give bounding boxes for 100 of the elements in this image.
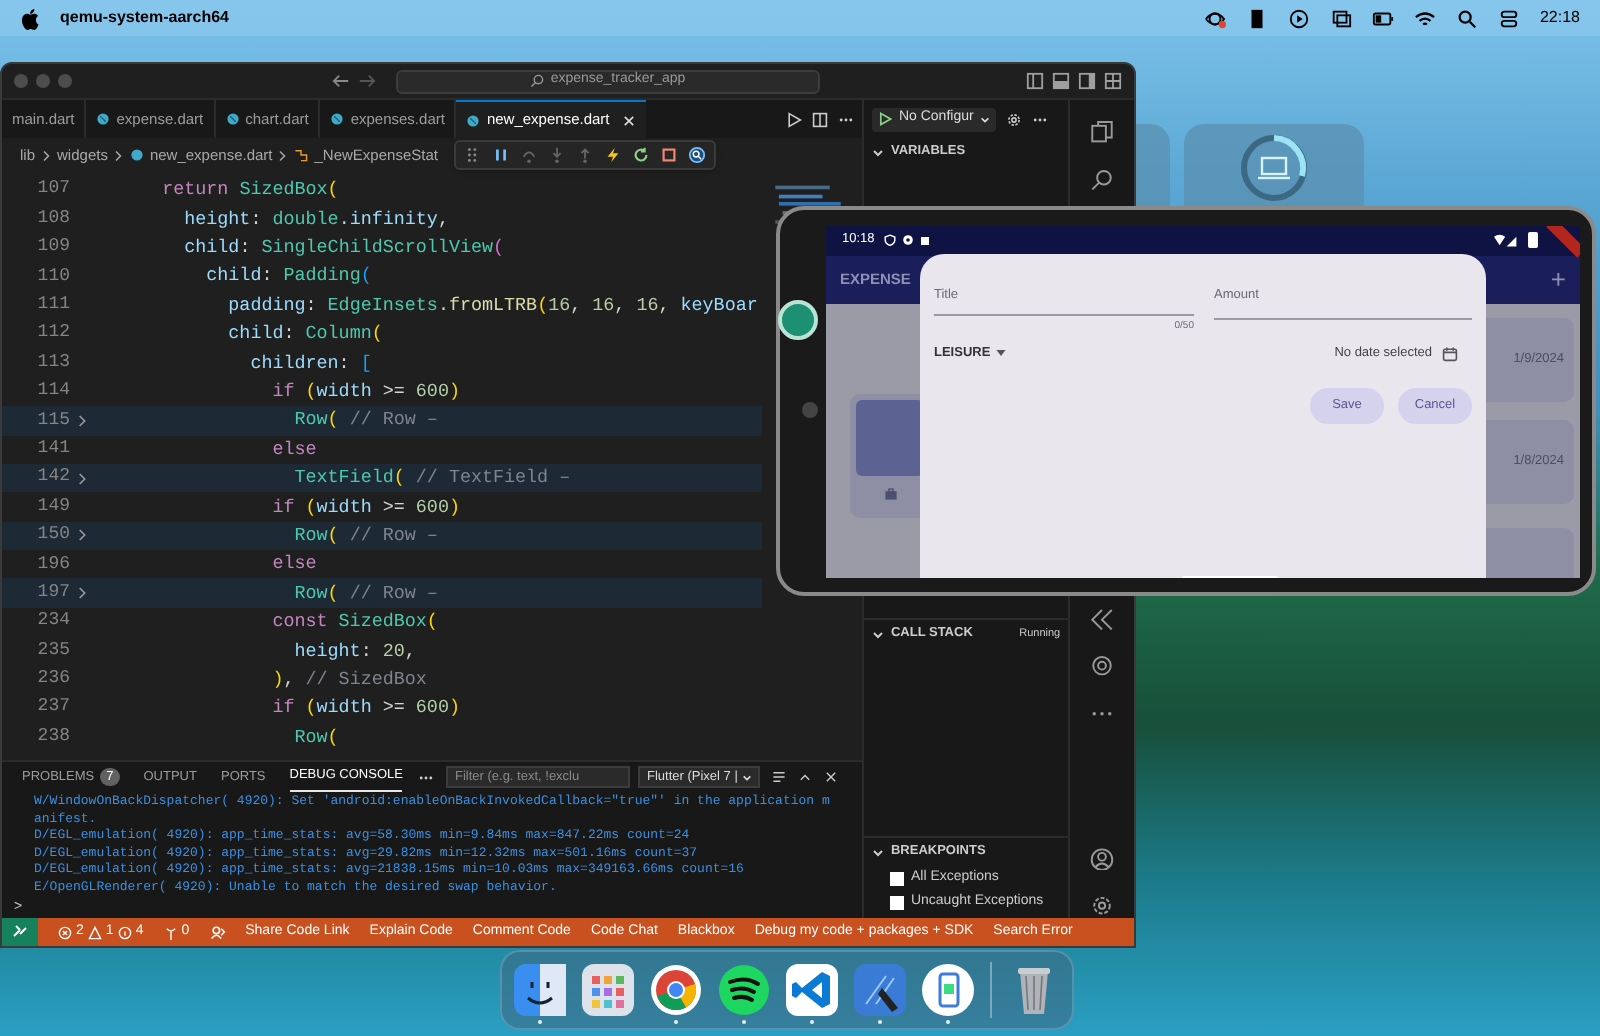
caret-down-icon [996,350,1007,357]
calendar-icon[interactable] [1442,345,1458,362]
double-chevron-icon[interactable] [1090,607,1115,631]
color-grid-app-icon[interactable] [582,963,634,1015]
line-number: 109 [35,234,70,261]
search-icon[interactable] [1455,7,1478,29]
chevron-down-icon [872,629,885,639]
chevron-down-icon [872,147,885,157]
phone-app-icon[interactable] [922,963,974,1015]
smiling-face-app-icon[interactable] [514,963,566,1015]
code-line: Row( // Row – [292,579,438,608]
line-number: 237 [35,694,70,721]
fold-chevron-icon[interactable] [78,471,88,486]
line-number: 196 [35,551,70,578]
code-line: TextField( // TextField – [292,464,571,492]
settings-icon[interactable] [1090,894,1115,919]
close-icon[interactable] [621,113,636,127]
screens-icon[interactable] [1329,7,1352,29]
color-ring-app-icon[interactable] [650,963,702,1015]
chevron-right-icon [41,149,52,161]
line-number: 111 [35,292,70,318]
run-icon[interactable] [786,111,803,127]
error-icon [58,925,72,939]
battery-icon[interactable] [1371,7,1394,29]
code-line: return SizedBox( [160,176,339,205]
account-icon[interactable] [1090,847,1115,871]
toggles-icon[interactable] [1497,7,1520,29]
step-into-icon[interactable] [548,146,566,164]
copy-files-icon[interactable] [1090,120,1115,144]
laptop-ring-icon [1238,132,1310,204]
search-icon[interactable] [1090,167,1115,191]
line-number: 150 [35,522,70,549]
app-name[interactable]: qemu-system-aarch64 [60,6,229,30]
step-out-icon[interactable] [576,146,594,164]
apple-logo-icon[interactable] [20,7,40,29]
code-line: Row( // Row – [292,521,438,550]
eye-slash-icon[interactable] [1203,7,1226,29]
chevron-right-icon [113,149,124,161]
step-over-icon[interactable] [520,146,538,164]
checkbox[interactable] [890,871,905,885]
gear-icon [902,234,915,246]
code-line: children: [ [248,349,372,377]
stop-icon[interactable] [660,146,678,164]
chart-bar [856,399,924,475]
chevron-right-icon [278,149,289,161]
caret-down-icon [979,115,990,123]
code-line: child: SingleChildScrollView( [182,234,505,262]
pause-icon[interactable] [492,146,510,164]
fold-chevron-icon[interactable] [78,413,88,428]
restart-icon[interactable] [632,146,650,164]
info-icon [117,925,132,939]
close-icon[interactable] [823,770,838,784]
code-line: if (width >= 600) [270,493,460,521]
menu-bar-clock[interactable]: 22:18 [1539,6,1580,30]
wifi-signal-icon [1494,233,1522,247]
lightning-icon[interactable] [604,146,622,164]
code-line: const SizedBox( [270,608,438,636]
sidebar-layout-icon[interactable] [1026,72,1044,90]
checkbox[interactable] [890,895,905,909]
chevron-up-icon[interactable] [797,770,812,784]
collapse-all-icon[interactable] [771,770,786,784]
antenna-icon [163,925,178,939]
line-number: 149 [35,493,70,520]
dart-file-icon [96,112,111,126]
remote-icon[interactable] [2,918,38,946]
wifi-icon[interactable] [1413,7,1436,29]
add-button[interactable]: + [1550,266,1566,292]
code-line: Row( // Row – [292,406,438,435]
dart-file-icon [129,148,144,162]
line-number: 236 [35,666,70,693]
code-line: else [270,550,317,579]
fold-chevron-icon[interactable] [78,586,88,601]
inspector-bubble-icon[interactable] [778,300,818,340]
secondary-sidebar-icon[interactable] [1078,72,1096,90]
dart-file-icon [466,113,481,127]
settings-icon[interactable] [1005,111,1022,127]
panel-layout-icon[interactable] [1052,72,1070,90]
inspect-search-icon[interactable] [688,146,706,164]
code-line: child: Padding( [204,262,372,291]
split-editor-icon[interactable] [812,111,829,127]
code-line: height: double.infinity, [182,205,449,233]
chevron-app-icon[interactable] [786,963,838,1015]
chevron-down-icon [872,847,885,857]
line-number: 234 [35,608,70,635]
play-circle-icon[interactable] [1287,7,1310,29]
live-share-icon[interactable] [209,924,226,940]
sound-waves-app-icon[interactable] [718,963,770,1015]
code-line: ), // SizedBox [270,665,427,694]
line-number: 107 [35,176,70,203]
code-line: else [270,435,317,464]
dart-file-icon [330,112,345,126]
class-symbol-icon [294,148,309,162]
shield-icon [884,234,897,246]
line-number: 114 [35,378,70,405]
code-line: padding: EdgeInsets.fromLTRB(16, 16, 16, keyBoar [226,291,758,320]
back-arrow-icon[interactable] [332,72,350,90]
customize-layout-icon[interactable] [1104,72,1122,90]
caret-down-icon [741,773,752,781]
drag-handle-icon[interactable] [464,146,482,164]
fold-chevron-icon[interactable] [78,528,88,543]
